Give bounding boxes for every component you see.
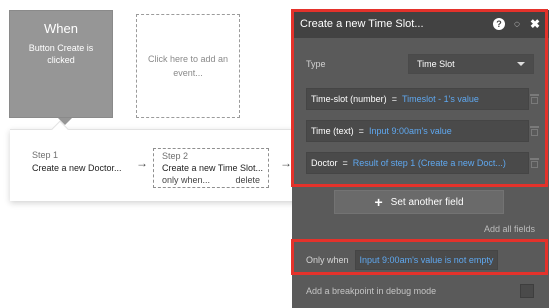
- only-when-expression-text: Input 9:00am's value is not empty: [359, 255, 494, 265]
- field-name: Time (text): [311, 126, 354, 136]
- only-when-expression[interactable]: Input 9:00am's value is not empty: [354, 250, 499, 270]
- field-value-expression[interactable]: Input 9:00am's value: [369, 126, 452, 136]
- event-title: When: [44, 21, 78, 36]
- workflow-steps-row: Step 1 Create a new Doctor... → Step 2 C…: [10, 129, 302, 201]
- step-2[interactable]: Step 2 Create a new Time Slot... only wh…: [153, 148, 269, 188]
- event-subtitle: Button Create is clicked: [28, 43, 94, 65]
- step-1-name: Create a new Doctor...: [32, 163, 122, 173]
- step-2-delete-link[interactable]: delete: [235, 175, 260, 185]
- add-event-placeholder[interactable]: Click here to add an event...: [136, 14, 240, 118]
- field-row-doctor[interactable]: Doctor = Result of step 1 (Create a new …: [306, 152, 529, 174]
- editor-header: Create a new Time Slot... ? ◌ ✖: [292, 10, 549, 38]
- type-row: Type Time Slot: [306, 54, 534, 74]
- type-label: Type: [306, 59, 326, 69]
- field-value-expression[interactable]: Result of step 1 (Create a new Doct...): [353, 158, 506, 168]
- set-another-field-label: Set another field: [390, 196, 464, 208]
- field-name: Doctor: [311, 158, 338, 168]
- field-equals: =: [358, 126, 364, 136]
- step-2-label: Step 2: [162, 151, 189, 161]
- step-2-name: Create a new Time Slot...: [162, 163, 264, 173]
- trash-icon[interactable]: [530, 158, 539, 168]
- trash-icon[interactable]: [530, 126, 539, 136]
- step-2-only-when-link[interactable]: only when...: [162, 175, 210, 185]
- add-event-label: Click here to add an event...: [147, 54, 229, 78]
- arrow-right-icon: →: [280, 156, 292, 170]
- step-1[interactable]: Step 1 Create a new Doctor...: [32, 150, 132, 173]
- only-when-label: Only when: [306, 255, 349, 265]
- field-row-time[interactable]: Time (text) = Input 9:00am's value: [306, 120, 529, 142]
- breakpoint-label: Add a breakpoint in debug mode: [306, 286, 437, 296]
- help-icon[interactable]: ?: [493, 18, 505, 30]
- field-value-expression[interactable]: Timeslot - 1's value: [402, 94, 479, 104]
- close-icon[interactable]: ✖: [529, 17, 541, 31]
- breakpoint-checkbox[interactable]: [520, 284, 534, 298]
- field-equals: =: [391, 94, 397, 104]
- arrow-right-icon: →: [136, 156, 148, 170]
- field-equals: =: [342, 158, 348, 168]
- type-select-value: Time Slot: [417, 59, 455, 69]
- field-name: Time-slot (number): [311, 94, 387, 104]
- add-all-fields-link[interactable]: Add all fields: [484, 224, 535, 234]
- breakpoint-row: Add a breakpoint in debug mode: [306, 284, 534, 298]
- editor-title: Create a new Time Slot...: [300, 18, 424, 30]
- trash-icon[interactable]: [530, 94, 539, 104]
- only-when-row: Only when Input 9:00am's value is not em…: [306, 250, 534, 270]
- chevron-down-icon: [517, 62, 525, 66]
- plus-icon: +: [374, 194, 383, 210]
- step-1-label: Step 1: [32, 150, 59, 160]
- property-editor-panel: Create a new Time Slot... ? ◌ ✖ Type Tim…: [292, 10, 549, 308]
- type-select[interactable]: Time Slot: [408, 54, 534, 74]
- comment-icon[interactable]: ◌: [511, 18, 523, 30]
- field-row-time-slot[interactable]: Time-slot (number) = Timeslot - 1's valu…: [306, 88, 529, 110]
- set-another-field-button[interactable]: + Set another field: [334, 190, 504, 214]
- event-block-button-create[interactable]: When Button Create is clicked: [9, 10, 113, 118]
